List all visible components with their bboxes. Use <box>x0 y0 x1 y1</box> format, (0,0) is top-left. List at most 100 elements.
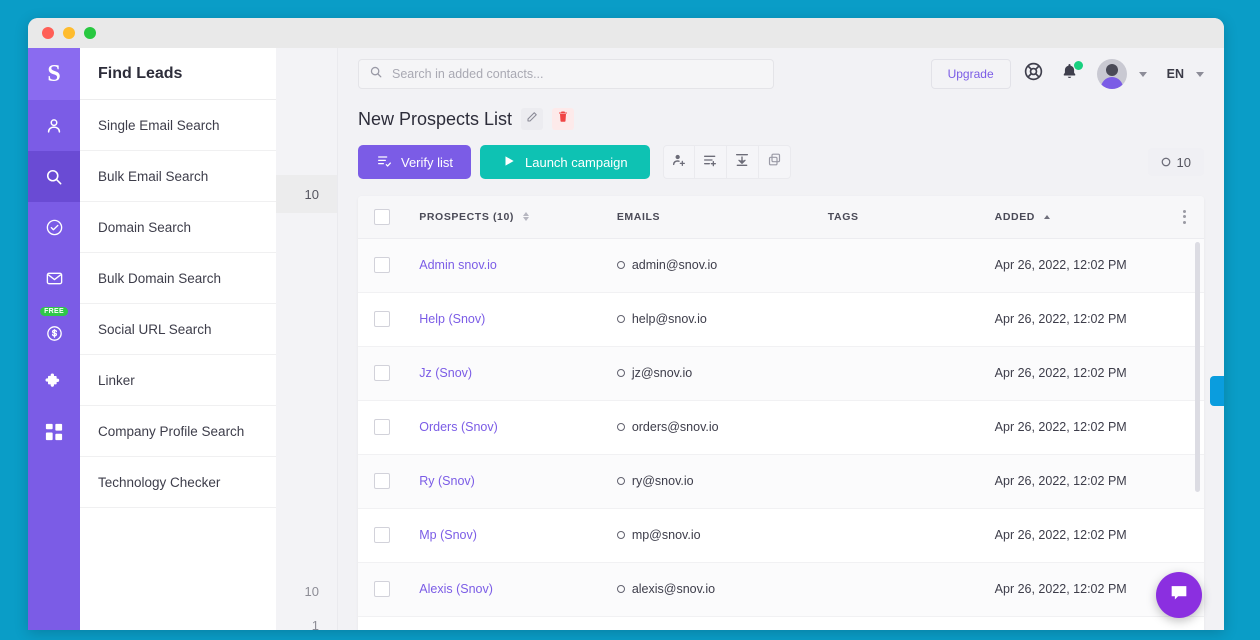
subnav-item-linker[interactable]: Linker <box>80 355 276 406</box>
title-row: New Prospects List <box>358 108 1204 130</box>
email-status-icon <box>616 477 625 485</box>
add-to-list-button[interactable] <box>694 145 727 179</box>
table-scrollbar[interactable] <box>1195 242 1200 492</box>
subnav-item-domain-search[interactable]: Domain Search <box>80 202 276 253</box>
row-tags-cell[interactable] <box>817 292 985 347</box>
table-head: PROSPECTS (10) EMAILS TAGS ADDED <box>358 196 1204 239</box>
table-options-icon[interactable] <box>1175 209 1194 224</box>
table-row[interactable]: Alexis (Snov) alexis@snov.io Apr 26, 2022,… <box>358 562 1204 617</box>
column-header-tags[interactable]: TAGS <box>817 196 985 239</box>
window-maximize-button[interactable] <box>84 27 96 39</box>
help-button[interactable] <box>1023 61 1044 87</box>
row-tags-cell[interactable] <box>817 400 985 455</box>
subnav-item-social-url-search[interactable]: Social URL Search <box>80 304 276 355</box>
edit-list-button[interactable] <box>521 108 544 130</box>
table-row[interactable]: Help (Snov) help@snov.io Apr 26, 2022, 12:… <box>358 292 1204 347</box>
duplicate-button[interactable] <box>758 145 791 179</box>
account-chevron-down-icon[interactable] <box>1138 71 1147 77</box>
rail-item-company-profile-search[interactable] <box>28 406 80 457</box>
row-name-cell: Ry (Snov) <box>409 454 607 509</box>
feedback-edge-tab[interactable] <box>1210 376 1224 406</box>
column-header-emails[interactable]: EMAILS <box>606 196 818 239</box>
table-header-row: PROSPECTS (10) EMAILS TAGS ADDED <box>358 196 1204 239</box>
row-checkbox[interactable] <box>374 527 390 543</box>
notifications-button[interactable] <box>1060 61 1083 86</box>
select-all-checkbox[interactable] <box>374 208 390 225</box>
sort-prospects-icon[interactable] <box>522 212 529 222</box>
column-header-prospects-label: PROSPECTS (10) <box>419 210 515 223</box>
upgrade-button[interactable]: Upgrade <box>930 59 1011 89</box>
subnav-item-bulk-email-search[interactable]: Bulk Email Search <box>80 151 276 202</box>
dollar-circle-icon <box>45 324 64 343</box>
table-row[interactable]: Ry (Snov) ry@snov.io Apr 26, 2022, 12:02 P… <box>358 454 1204 509</box>
row-tags-cell[interactable] <box>817 346 985 401</box>
prospect-name-link[interactable]: Jz (Snov) <box>419 366 472 380</box>
language-selector[interactable]: EN <box>1167 67 1184 81</box>
subnav-item-single-email-search[interactable]: Single Email Search <box>80 100 276 151</box>
row-checkbox[interactable] <box>374 257 390 273</box>
person-icon <box>44 116 64 136</box>
table-row[interactable]: Jz (Snov) jz@snov.io Apr 26, 2022, 12:02 P… <box>358 346 1204 401</box>
column-header-actions[interactable] <box>1165 196 1204 239</box>
row-select-cell <box>358 454 410 509</box>
row-name-cell: Mp (Snov) <box>409 508 607 563</box>
rail-item-search[interactable] <box>28 151 80 202</box>
app-root: S FREE Find Leads Single Email Search Bu… <box>28 48 1224 630</box>
sort-added-icon[interactable] <box>1043 214 1050 219</box>
table-body: Admin snov.io admin@snov.io Apr 26, 2022, … <box>358 238 1204 617</box>
table-row[interactable]: Mp (Snov) mp@snov.io Apr 26, 2022, 12:02 P… <box>358 508 1204 563</box>
row-checkbox[interactable] <box>374 473 390 489</box>
verify-list-button[interactable]: Verify list <box>358 145 472 179</box>
rail-item-person[interactable] <box>28 100 80 151</box>
rail-item-linker[interactable] <box>28 355 80 406</box>
window-close-button[interactable] <box>42 27 54 39</box>
table-row[interactable]: Admin snov.io admin@snov.io Apr 26, 2022, … <box>358 238 1204 293</box>
avatar[interactable] <box>1096 59 1127 89</box>
rail-item-bulk-domain-search[interactable] <box>28 253 80 304</box>
email-status-icon <box>616 315 625 323</box>
launch-campaign-button[interactable]: Launch campaign <box>480 145 650 179</box>
download-button[interactable] <box>726 145 759 179</box>
search-box[interactable] <box>358 59 774 89</box>
subnav-item-company-profile-search[interactable]: Company Profile Search <box>80 406 276 457</box>
prospect-name-link[interactable]: Ry (Snov) <box>419 474 475 488</box>
row-tags-cell[interactable] <box>817 454 985 509</box>
prospect-name-link[interactable]: Alexis (Snov) <box>419 582 493 596</box>
row-select-cell <box>358 562 410 617</box>
row-added-cell: Apr 26, 2022, 12:02 PM <box>984 454 1166 509</box>
row-email-cell: alexis@snov.io <box>606 562 818 617</box>
rail-item-domain-search[interactable] <box>28 202 80 253</box>
subnav-item-bulk-domain-search[interactable]: Bulk Domain Search <box>80 253 276 304</box>
rail-item-social-url-search[interactable]: FREE <box>28 304 80 355</box>
prospect-name-link[interactable]: Mp (Snov) <box>419 528 477 542</box>
prospect-name-link[interactable]: Help (Snov) <box>419 312 485 326</box>
row-checkbox[interactable] <box>374 311 390 327</box>
row-tags-cell[interactable] <box>817 508 985 563</box>
chat-button[interactable] <box>1156 572 1202 618</box>
row-tags-cell[interactable] <box>817 562 985 617</box>
add-prospect-button[interactable] <box>662 145 695 179</box>
free-badge: FREE <box>40 307 68 316</box>
column-header-added[interactable]: ADDED <box>984 196 1166 239</box>
language-chevron-down-icon[interactable] <box>1196 71 1204 77</box>
window-minimize-button[interactable] <box>63 27 75 39</box>
delete-list-button[interactable] <box>552 108 575 130</box>
row-checkbox[interactable] <box>374 581 390 597</box>
select-all-header <box>358 196 410 239</box>
subnav-item-technology-checker[interactable]: Technology Checker <box>80 457 276 508</box>
column-header-emails-label: EMAILS <box>616 210 661 223</box>
prospect-email: orders@snov.io <box>631 420 719 434</box>
column-header-prospects[interactable]: PROSPECTS (10) <box>409 196 607 239</box>
search-input[interactable] <box>392 67 763 81</box>
email-wrap: ry@snov.io <box>616 474 808 488</box>
prospect-name-link[interactable]: Orders (Snov) <box>419 420 498 434</box>
row-checkbox[interactable] <box>374 365 390 381</box>
play-icon <box>502 154 516 171</box>
row-checkbox[interactable] <box>374 419 390 435</box>
prospect-name-link[interactable]: Admin snov.io <box>419 258 497 272</box>
table-row[interactable]: Orders (Snov) orders@snov.io Apr 26, 2022,… <box>358 400 1204 455</box>
row-tags-cell[interactable] <box>817 238 985 293</box>
row-actions-cell[interactable] <box>1165 508 1204 563</box>
prospects-count-badge[interactable]: 10 <box>1147 148 1204 176</box>
app-logo[interactable]: S <box>28 48 80 100</box>
